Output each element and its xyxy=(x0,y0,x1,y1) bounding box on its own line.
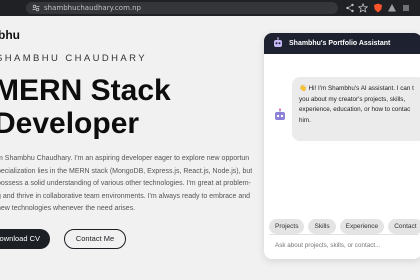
quick-replies: Projects Skills Experience Contact xyxy=(269,215,420,234)
brave-shields-icon[interactable] xyxy=(373,3,383,13)
menu-icon[interactable] xyxy=(401,3,411,13)
hero-title: MERN Stack Developer xyxy=(0,74,171,140)
chat-input[interactable] xyxy=(275,238,420,254)
site-info-icon[interactable] xyxy=(32,4,40,12)
chip-contact[interactable]: Contact xyxy=(388,219,420,234)
hero-name: SHAMBHU CHAUDHARY xyxy=(0,53,147,64)
bio-line: possess a solid understanding of various… xyxy=(0,180,251,187)
url-text: shambhuchaudhary.com.np xyxy=(44,4,141,12)
rewards-icon[interactable] xyxy=(387,3,397,13)
chat-header: Shambhu's Portfolio Assistant xyxy=(264,33,420,54)
hero-title-line-2: Developer xyxy=(0,107,140,140)
chat-widget: Shambhu's Portfolio Assistant 👋 Hi! I'm … xyxy=(264,33,420,259)
chat-divider xyxy=(269,234,419,235)
chip-skills[interactable]: Skills xyxy=(308,219,336,234)
bio-line: g and thrive in collaborative team envir… xyxy=(0,192,251,200)
bio-line: new technologies whenever the need arise… xyxy=(0,205,136,212)
message-line: him. xyxy=(299,116,311,124)
portfolio-page: bhu SHAMBHU CHAUDHARY MERN Stack Develop… xyxy=(0,16,420,280)
chat-title: Shambhu's Portfolio Assistant xyxy=(289,40,391,47)
bio-line: m Shambhu Chaudhary. I'm an aspiring dev… xyxy=(0,155,250,162)
address-bar[interactable]: shambhuchaudhary.com.np xyxy=(26,2,338,14)
message-line: you about my creator's projects, skills, xyxy=(299,95,406,103)
download-cv-button[interactable]: Download CV xyxy=(0,229,50,249)
message-line: 👋 Hi! I'm Shambhu's AI assistant. I can … xyxy=(299,85,414,92)
bot-avatar-icon xyxy=(275,108,285,120)
chip-projects[interactable]: Projects xyxy=(269,219,305,234)
bookmark-star-icon[interactable] xyxy=(358,3,368,13)
contact-me-button[interactable]: Contact Me xyxy=(64,229,126,249)
message-line: experience, education, or how to contac xyxy=(299,106,411,113)
browser-toolbar: shambhuchaudhary.com.np xyxy=(0,0,420,16)
bio-line: pecialization lies in the MERN stack (Mo… xyxy=(0,167,253,175)
assistant-message: 👋 Hi! I'm Shambhu's AI assistant. I can … xyxy=(292,77,420,141)
hero-title-line-1: MERN Stack xyxy=(0,74,171,107)
site-logo[interactable]: bhu xyxy=(0,28,20,42)
share-icon[interactable] xyxy=(345,3,355,13)
chip-experience[interactable]: Experience xyxy=(339,219,385,234)
robot-avatar-icon xyxy=(274,37,282,47)
hero-bio: m Shambhu Chaudhary. I'm an aspiring dev… xyxy=(0,153,265,216)
